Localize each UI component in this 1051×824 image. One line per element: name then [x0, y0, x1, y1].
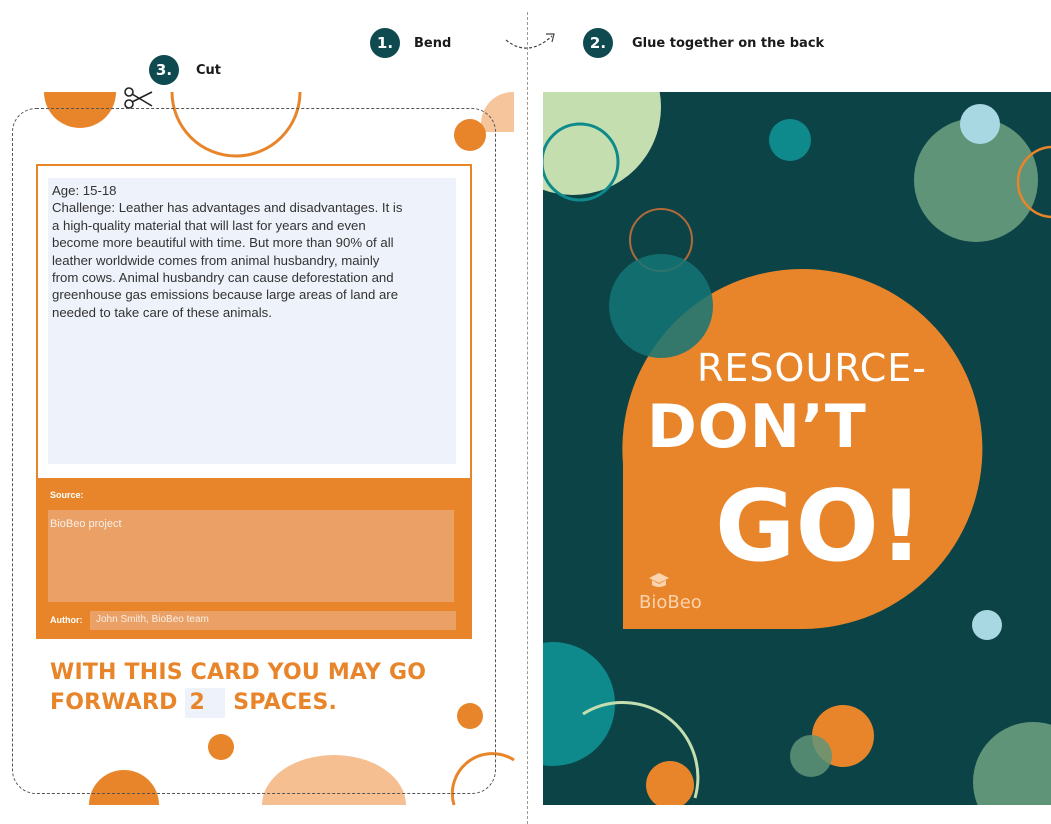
challenge-line: become more beautiful with time. But mor…	[52, 235, 394, 251]
title-line-1: RESOURCE-	[697, 346, 928, 390]
source-label: Source:	[50, 490, 84, 500]
deco-sage-bottom-right	[973, 722, 1051, 805]
curved-arrow-icon	[505, 33, 555, 49]
forward-prefix: FORWARD	[50, 690, 178, 715]
biobeo-logo-text: BioBeo	[639, 592, 702, 613]
forward-suffix: SPACES.	[233, 690, 338, 715]
fold-line	[527, 12, 528, 824]
step-2-badge: 2.	[583, 28, 613, 58]
forward-line-1: WITH THIS CARD YOU MAY GO	[50, 660, 427, 685]
step-1-badge: 1.	[370, 28, 400, 58]
challenge-line: Age: 15-18	[52, 183, 117, 198]
biobeo-logo-icon	[649, 573, 669, 587]
deco-sage-small	[790, 735, 832, 777]
challenge-line: leather worldwide comes from animal husb…	[52, 252, 380, 268]
title-line-3: GO!	[715, 470, 924, 584]
author-field[interactable]: John Smith, BioBeo team	[90, 611, 456, 630]
card-back: RESOURCE- DON’T GO! BioBeo	[543, 92, 1051, 805]
step-1-label: Bend	[414, 36, 452, 51]
spaces-number-field[interactable]: 2	[185, 688, 226, 718]
forward-instruction: WITH THIS CARD YOU MAY GO FORWARD 2 SPAC…	[50, 658, 426, 718]
deco-teal-dot	[769, 119, 811, 161]
forward-line-2: FORWARD 2 SPACES.	[50, 688, 426, 718]
deco-lightblue-dot	[960, 104, 1000, 144]
title-line-2: DON’T	[647, 392, 867, 462]
challenge-text-field[interactable]: Age: 15-18 Challenge: Leather has advant…	[48, 178, 456, 464]
challenge-line: Challenge: Leather has advantages and di…	[52, 200, 403, 216]
source-field[interactable]: BioBeo project	[48, 510, 454, 602]
deco-green-circle	[543, 92, 661, 195]
deco-lightblue-dot-bottom	[972, 610, 1002, 640]
challenge-line: needed to take care of these animals.	[52, 304, 272, 320]
challenge-line: from cows. Animal husbandry can cause de…	[52, 270, 394, 286]
deco-teal-overlap	[609, 254, 713, 358]
author-label: Author:	[50, 615, 83, 625]
deco-orange-small	[646, 761, 694, 805]
step-2-label: Glue together on the back	[632, 36, 825, 51]
challenge-line: a high-quality material that will last f…	[52, 217, 366, 233]
challenge-line: greenhouse gas emissions because large a…	[52, 287, 399, 303]
